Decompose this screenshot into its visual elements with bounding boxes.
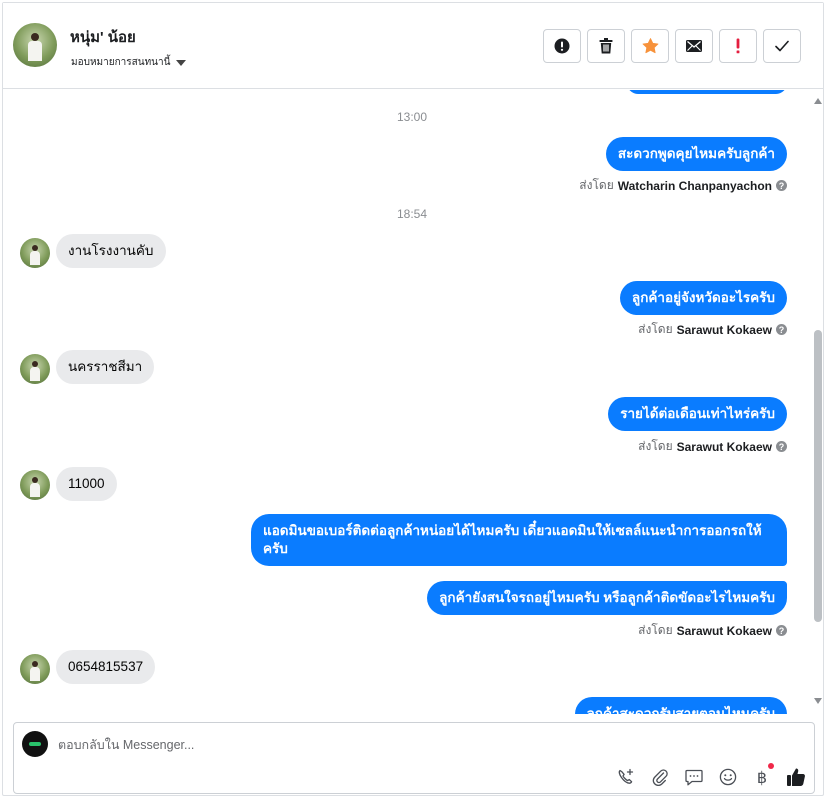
scrollbar-thumb[interactable] — [814, 330, 822, 622]
help-icon[interactable]: ? — [776, 441, 787, 452]
mark-done-button[interactable] — [763, 29, 801, 63]
alert-circle-icon — [554, 38, 570, 54]
message-bubble-in[interactable]: นครราชสีมา — [56, 350, 155, 384]
caret-down-icon — [176, 59, 187, 66]
sent-by-line: ส่งโดย Sarawut Kokaew ? — [638, 621, 787, 640]
message-bubble-out[interactable]: สะดวกพูดคุยไหมครับลูกค้า — [605, 137, 787, 171]
mark-unread-button[interactable] — [675, 29, 713, 63]
conversation-header: หนุ่ม' น้อย มอบหมายการสนทนานี้ — [3, 3, 823, 89]
thread-scrollbar[interactable] — [813, 90, 823, 714]
message-bubble-out[interactable]: แอดมินขอเบอร์ติดต่อลูกค้าหน่อยได้ไหมครับ… — [251, 514, 787, 566]
assign-conversation-dropdown[interactable]: มอบหมายการสนทนานี้ — [71, 55, 187, 70]
conversation-panel: หนุ่ม' น้อย มอบหมายการสนทนานี้ 13:00 สะด… — [2, 2, 824, 796]
emoji-icon — [719, 768, 737, 786]
sent-by-label: ส่งโดย — [638, 623, 673, 637]
sender-name: Sarawut Kokaew — [676, 322, 772, 337]
message-bubble-in[interactable]: 11000 — [56, 467, 117, 501]
help-icon[interactable]: ? — [776, 180, 787, 191]
saved-reply-icon — [685, 769, 703, 785]
sender-name: Watcharin Chanpanyachon — [617, 178, 772, 193]
trash-icon — [599, 38, 613, 54]
envelope-icon — [686, 40, 702, 52]
notification-dot — [768, 763, 774, 769]
exclamation-icon — [736, 38, 740, 54]
scroll-down-arrow-icon[interactable] — [814, 698, 822, 704]
assign-label: มอบหมายการสนทนานี้ — [71, 57, 171, 68]
contact-avatar[interactable] — [13, 23, 57, 67]
composer-toolbar: ฿ — [616, 763, 806, 787]
paperclip-icon — [652, 769, 668, 786]
help-icon[interactable]: ? — [776, 625, 787, 636]
baht-payment-icon: ฿ — [756, 767, 768, 787]
emoji-button[interactable] — [718, 767, 738, 787]
conversation-actions — [543, 29, 801, 63]
delete-button[interactable] — [587, 29, 625, 63]
page-avatar — [22, 731, 48, 757]
mark-spam-button[interactable] — [543, 29, 581, 63]
sender-name: Sarawut Kokaew — [676, 439, 772, 454]
message-bubble-out[interactable]: ลูกค้าสะดวกรับสายตอนไหนครับ — [574, 697, 787, 714]
check-icon — [775, 40, 789, 52]
timestamp: 18:54 — [396, 207, 428, 221]
sent-by-line: ส่งโดย Sarawut Kokaew ? — [638, 437, 787, 456]
sent-by-label: ส่งโดย — [638, 439, 673, 453]
message-bubble-out[interactable]: รายได้ต่อเดือนเท่าไหร่ครับ — [608, 397, 787, 431]
sent-by-label: ส่งโดย — [579, 178, 614, 192]
sent-by-line: ส่งโดย Watcharin Chanpanyachon ? — [579, 176, 787, 195]
phone-add-icon — [618, 768, 634, 784]
follow-up-button[interactable] — [719, 29, 757, 63]
like-button[interactable] — [786, 767, 806, 787]
reply-input[interactable] — [58, 735, 558, 755]
contact-avatar-small[interactable] — [20, 354, 50, 384]
call-button[interactable] — [616, 767, 636, 787]
message-bubble-out[interactable]: ลูกค้าอยู่จังหวัดอะไรครับ — [619, 281, 787, 315]
reply-composer: ฿ — [13, 722, 815, 794]
saved-replies-button[interactable] — [684, 767, 704, 787]
payment-button[interactable]: ฿ — [752, 763, 774, 787]
sent-by-label: ส่งโดย — [638, 322, 673, 336]
message-bubble-in[interactable]: งานโรงงานคับ — [56, 234, 166, 268]
contact-avatar-small[interactable] — [20, 470, 50, 500]
message-bubble-out[interactable]: ลูกค้ายังสนใจรถอยู่ไหมครับ หรือลูกค้าติด… — [427, 581, 787, 615]
star-icon — [642, 38, 658, 54]
help-icon[interactable]: ? — [776, 324, 787, 335]
message-bubble-out-partial[interactable] — [627, 90, 787, 94]
message-bubble-in[interactable]: 0654815537 — [56, 650, 156, 684]
scroll-up-arrow-icon[interactable] — [814, 98, 822, 104]
thumbs-up-icon — [787, 768, 805, 786]
attach-button[interactable] — [650, 767, 670, 787]
timestamp: 13:00 — [396, 110, 428, 124]
contact-name[interactable]: หนุ่ม' น้อย — [70, 25, 136, 49]
contact-avatar-small[interactable] — [20, 238, 50, 268]
sent-by-line: ส่งโดย Sarawut Kokaew ? — [638, 320, 787, 339]
contact-avatar-small[interactable] — [20, 654, 50, 684]
star-button[interactable] — [631, 29, 669, 63]
sender-name: Sarawut Kokaew — [676, 623, 772, 638]
message-thread[interactable]: 13:00 สะดวกพูดคุยไหมครับลูกค้า ส่งโดย Wa… — [3, 90, 811, 714]
